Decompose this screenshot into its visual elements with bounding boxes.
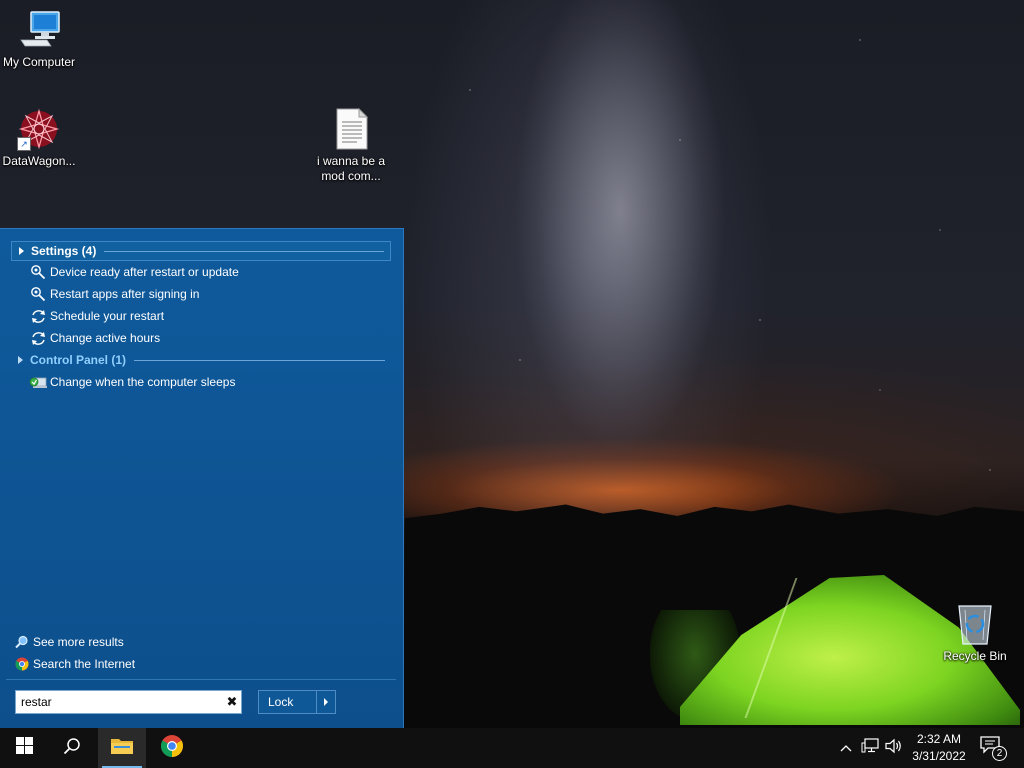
- desktop-icon-text-file[interactable]: i wanna be a mod com...: [309, 107, 393, 184]
- search-icon: [63, 737, 81, 760]
- shortcut-arrow-icon: ↗: [17, 137, 31, 151]
- clear-search-icon[interactable]: ✖: [223, 692, 241, 712]
- desktop-icon-my-computer[interactable]: My Computer: [0, 8, 81, 70]
- chrome-button[interactable]: [148, 728, 196, 768]
- taskbar-clock[interactable]: 2:32 AM 3/31/2022: [906, 731, 972, 765]
- group-header-label: Control Panel (1): [30, 353, 127, 367]
- chrome-icon: [160, 734, 184, 763]
- result-label: Change active hours: [50, 331, 161, 345]
- chevron-up-icon: [840, 739, 852, 757]
- chrome-icon: [14, 656, 30, 672]
- file-explorer-button[interactable]: [98, 728, 146, 768]
- link-label: Search the Internet: [33, 657, 136, 671]
- desktop-icon-label: DataWagon...: [2, 154, 76, 168]
- power-options-arrow-button[interactable]: [316, 690, 336, 714]
- desktop-icon-datawagon[interactable]: ↗ DataWagon...: [0, 107, 81, 169]
- start-search-box: ✖: [15, 690, 242, 714]
- panel-divider: [6, 679, 396, 680]
- computer-icon: [17, 8, 61, 52]
- folder-icon: [110, 736, 134, 761]
- volume-button[interactable]: [884, 738, 904, 758]
- taskbar: 2:32 AM 3/31/2022 2: [0, 728, 1024, 768]
- result-active-hours[interactable]: Change active hours: [29, 328, 160, 348]
- action-center-button[interactable]: 2: [980, 736, 1007, 762]
- sync-icon: [29, 329, 47, 347]
- start-button[interactable]: [0, 728, 48, 768]
- result-computer-sleeps[interactable]: Change when the computer sleeps: [29, 372, 235, 392]
- desktop-icon-label: My Computer: [2, 55, 76, 69]
- text-document-icon: [329, 107, 373, 151]
- group-header-control-panel[interactable]: Control Panel (1): [11, 350, 391, 370]
- result-restart-apps[interactable]: Restart apps after signing in: [29, 284, 199, 304]
- datawagon-icon: ↗: [17, 107, 61, 151]
- sync-icon: [29, 307, 47, 325]
- result-label: Restart apps after signing in: [50, 287, 200, 301]
- clock-date: 3/31/2022: [912, 749, 966, 763]
- start-menu-search-panel: Settings (4) Device ready after restart …: [0, 228, 404, 729]
- settings-search-icon: [29, 285, 47, 303]
- link-label: See more results: [33, 635, 124, 649]
- result-device-ready[interactable]: Device ready after restart or update: [29, 262, 239, 282]
- network-button[interactable]: [860, 737, 880, 759]
- result-label: Change when the computer sleeps: [50, 375, 236, 389]
- group-header-label: Settings (4): [31, 244, 97, 258]
- search-icon: [14, 634, 30, 650]
- result-label: Schedule your restart: [50, 309, 165, 323]
- search-internet-link[interactable]: Search the Internet: [14, 655, 135, 673]
- see-more-results-link[interactable]: See more results: [14, 633, 124, 651]
- clock-time: 2:32 AM: [916, 732, 962, 746]
- desktop-icon-label: i wanna be a mod com...: [316, 154, 386, 183]
- expand-triangle-icon: [18, 356, 23, 364]
- settings-search-icon: [29, 263, 47, 281]
- recycle-bin-icon: [953, 602, 997, 646]
- group-header-settings[interactable]: Settings (4): [11, 241, 391, 261]
- chevron-right-icon: [324, 698, 328, 706]
- desktop-icon-label: Recycle Bin: [943, 649, 1007, 663]
- result-schedule-restart[interactable]: Schedule your restart: [29, 306, 164, 326]
- desktop-icon-recycle-bin[interactable]: Recycle Bin: [933, 602, 1017, 664]
- group-header-rule: [134, 359, 385, 361]
- result-label: Device ready after restart or update: [50, 265, 239, 279]
- speaker-icon: [885, 738, 903, 759]
- start-search-input[interactable]: [16, 692, 223, 712]
- windows-logo-icon: [15, 737, 33, 759]
- expand-triangle-icon: [19, 247, 24, 255]
- search-button[interactable]: [48, 728, 96, 768]
- lock-button-label: Lock: [268, 695, 294, 709]
- network-icon: [861, 737, 879, 759]
- show-hidden-icons-button[interactable]: [836, 738, 856, 758]
- power-options-icon: [29, 373, 47, 391]
- notification-count-badge: 2: [992, 746, 1007, 761]
- lock-button[interactable]: Lock: [258, 690, 317, 714]
- group-header-rule: [104, 250, 384, 252]
